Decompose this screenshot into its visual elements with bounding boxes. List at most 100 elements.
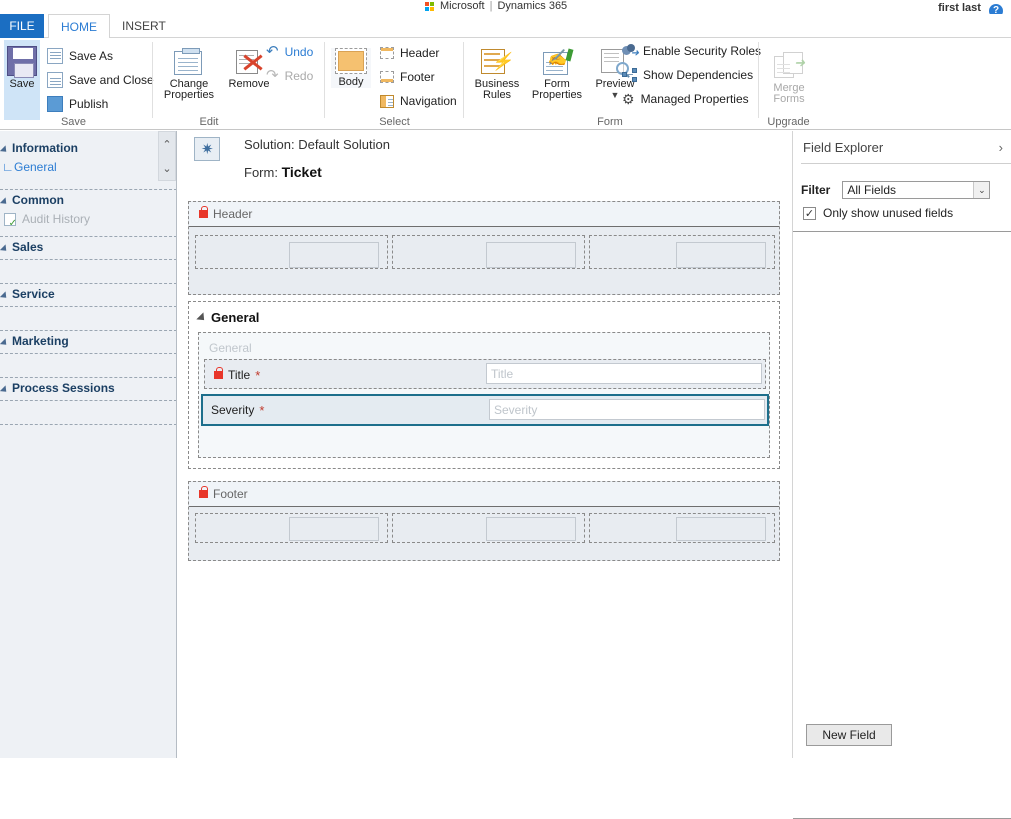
- form-section-general[interactable]: General Title * Title Severity * Severit…: [198, 332, 770, 458]
- show-dependencies-button[interactable]: Show Dependencies: [622, 68, 753, 82]
- filter-select[interactable]: All Fields ⌄: [842, 181, 991, 199]
- chevron-down-icon[interactable]: ▼: [611, 90, 620, 100]
- required-asterisk: *: [259, 403, 265, 418]
- header-cell-1[interactable]: [195, 235, 388, 269]
- select-header-button[interactable]: Header: [380, 46, 439, 60]
- form-field-severity-label-wrap: Severity *: [211, 402, 265, 419]
- sidebar-scrollbar[interactable]: ⌃ ⌄: [158, 131, 176, 181]
- footer-cell-2-placeholder: [486, 517, 576, 541]
- sidebar-divider-3: [0, 259, 176, 260]
- sidebar-group-sales-title[interactable]: Sales: [0, 240, 176, 254]
- form-section-footer-label: Footer: [213, 487, 248, 501]
- gear-icon: ⚙: [622, 91, 635, 107]
- field-explorer-panel: Field Explorer › Filter All Fields ⌄ ✓ O…: [792, 131, 1011, 819]
- business-rules-button[interactable]: ⚡ Business Rules: [468, 48, 526, 101]
- save-and-close-label: Save and Close: [69, 73, 154, 87]
- header-cell-2-placeholder: [486, 242, 576, 268]
- header-cell-3[interactable]: [589, 235, 775, 269]
- chevron-right-icon[interactable]: ›: [999, 140, 1003, 155]
- show-dependencies-label: Show Dependencies: [643, 68, 754, 82]
- filter-select-value: All Fields: [847, 183, 897, 197]
- change-properties-icon: [172, 48, 206, 76]
- sidebar-group-information: Information ∟ General: [0, 141, 158, 174]
- lock-icon: [199, 206, 208, 218]
- footer-cell-3[interactable]: [589, 513, 775, 543]
- ribbon: Save Save As Save and Close Publish Save: [0, 38, 1011, 130]
- sidebar-divider-6: [0, 330, 176, 331]
- form-section-general-label: General: [209, 341, 252, 355]
- managed-properties-button[interactable]: ⚙ Managed Properties: [622, 92, 749, 106]
- redo-arrow-icon: ↷: [266, 67, 279, 84]
- select-footer-button[interactable]: Footer: [380, 70, 435, 84]
- header-cell-2[interactable]: [392, 235, 585, 269]
- only-unused-fields-checkbox[interactable]: ✓: [803, 206, 816, 220]
- publish-button[interactable]: Publish: [47, 96, 108, 112]
- sidebar-divider-5: [0, 306, 176, 307]
- form-section-footer[interactable]: Footer: [188, 481, 780, 561]
- tab-home[interactable]: HOME: [48, 14, 110, 39]
- solution-label: Solution: Default Solution: [244, 137, 390, 152]
- save-button-label: Save: [9, 78, 35, 90]
- required-asterisk: *: [255, 368, 261, 383]
- save-as-label: Save As: [69, 49, 114, 63]
- redo-button: ↷ Redo: [266, 67, 314, 84]
- body-icon: [335, 48, 367, 74]
- form-field-severity-input[interactable]: Severity: [489, 399, 765, 420]
- chevron-down-icon[interactable]: ⌄: [162, 162, 171, 175]
- triangle-collapse-icon[interactable]: [196, 311, 208, 324]
- sidebar-group-common-title[interactable]: Common: [0, 193, 176, 207]
- footer-cell-2[interactable]: [392, 513, 585, 543]
- merge-forms-line2: Forms: [773, 93, 805, 105]
- chevron-down-icon[interactable]: ⌄: [973, 182, 990, 198]
- save-and-close-button[interactable]: Save and Close: [47, 72, 154, 88]
- select-header-label: Header: [400, 46, 440, 60]
- ribbon-group-save: Save Save As Save and Close Publish Save: [0, 38, 154, 130]
- tab-insert[interactable]: INSERT: [110, 14, 178, 38]
- form-field-title[interactable]: Title * Title: [204, 359, 766, 389]
- navigation-icon: [380, 94, 394, 108]
- form-tab-general-header[interactable]: General: [196, 310, 259, 325]
- form-field-title-input[interactable]: Title: [486, 363, 762, 384]
- redo-label: Redo: [284, 69, 314, 83]
- floppy-disk-icon: [7, 46, 37, 78]
- body-button[interactable]: Body: [331, 48, 371, 88]
- only-unused-fields-checkbox-row[interactable]: ✓ Only show unused fields: [803, 206, 953, 220]
- new-field-button[interactable]: New Field: [806, 724, 892, 746]
- undo-button[interactable]: ↶ Undo: [266, 44, 313, 59]
- sidebar-divider-4: [0, 283, 176, 284]
- microsoft-logo-icon: [425, 2, 435, 12]
- header-cell-3-placeholder: [676, 242, 766, 268]
- footer-cell-1-placeholder: [289, 517, 379, 541]
- sidebar-group-process-sessions-title[interactable]: Process Sessions: [0, 381, 176, 395]
- chevron-up-icon[interactable]: ⌃: [162, 138, 171, 151]
- tab-file[interactable]: FILE: [0, 14, 44, 38]
- save-as-button[interactable]: Save As: [47, 48, 113, 64]
- form-section-header[interactable]: Header: [188, 201, 780, 295]
- enable-security-roles-button[interactable]: ➜ Enable Security Roles: [622, 44, 762, 59]
- form-field-severity[interactable]: Severity * Severity: [201, 394, 769, 426]
- ribbon-group-edit: Change Properties Remove ↶ Undo ↷ Redo E…: [154, 38, 319, 130]
- filter-label: Filter: [801, 183, 831, 197]
- ribbon-group-select-label: Select: [379, 116, 410, 128]
- sidebar-item-general[interactable]: ∟ General: [0, 160, 158, 174]
- form-properties-button[interactable]: ✍ Form Properties: [526, 48, 588, 101]
- form-canvas: Header General General Title * Title Sev…: [178, 193, 791, 758]
- form-tab-general[interactable]: General General Title * Title Severity *…: [188, 301, 780, 469]
- sidebar-group-service-title[interactable]: Service: [0, 287, 176, 301]
- change-properties-button[interactable]: Change Properties: [158, 48, 220, 101]
- sidebar-group-information-title[interactable]: Information: [0, 141, 158, 155]
- sidebar-divider-2: [0, 236, 176, 237]
- form-label-prefix: Form:: [244, 165, 278, 180]
- save-button[interactable]: Save: [6, 46, 38, 90]
- form-section-footer-label-wrap: Footer: [199, 486, 248, 501]
- form-label: Form: Ticket: [244, 164, 322, 180]
- header-icon: [380, 47, 394, 59]
- enable-security-roles-label: Enable Security Roles: [643, 44, 762, 58]
- footer-cell-1[interactable]: [195, 513, 388, 543]
- only-unused-fields-label: Only show unused fields: [823, 206, 954, 220]
- tree-branch-icon: ∟: [2, 160, 14, 174]
- ribbon-group-upgrade: ➜ Merge Forms Upgrade: [760, 38, 817, 130]
- select-navigation-button[interactable]: Navigation: [380, 94, 457, 108]
- sidebar-group-service: Service: [0, 287, 176, 301]
- sidebar-group-marketing-title[interactable]: Marketing: [0, 334, 176, 348]
